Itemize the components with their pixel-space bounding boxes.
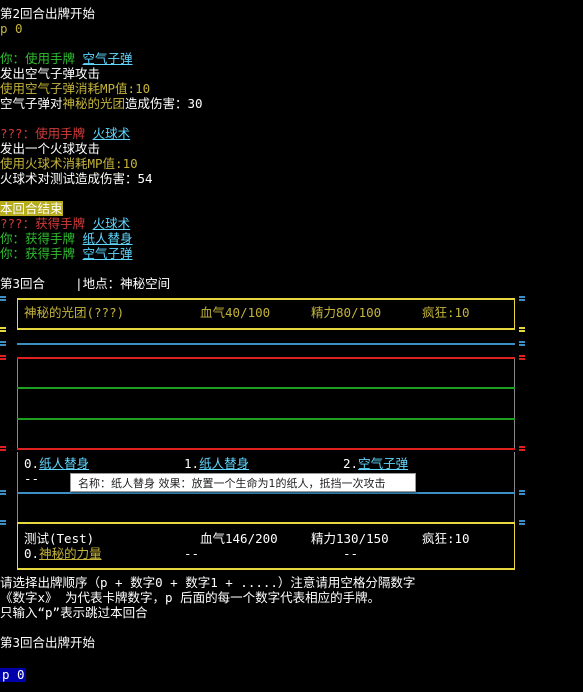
enemy-front-line (17, 357, 515, 359)
fireball-mp-line: 使用火球术消耗MP值:10 (0, 156, 138, 171)
left-marker-5 (0, 446, 6, 451)
card-link-fireball[interactable]: 火球术 (93, 126, 131, 141)
card-tooltip: 名称：纸人替身 效果：放置一个生命为1的纸人，抵挡一次攻击 (70, 473, 416, 492)
player-slot-1: -- (184, 546, 200, 561)
player-box-left (17, 523, 18, 569)
enemy-box-bottom (17, 328, 515, 330)
field-right (514, 359, 515, 449)
enemy-gain-line: ???：获得手牌 火球术 (0, 216, 130, 232)
field-left (17, 359, 18, 449)
hand-slot-1[interactable]: 1.纸人替身 (184, 456, 249, 472)
instruction-line-2: 《数字x》 为代表卡牌数字，p 后面的每一个数字代表相应的手牌。 (0, 590, 381, 605)
you-gain-prefix-1: 你：获得手牌 (0, 231, 83, 246)
you-gain-prefix-2: 你：获得手牌 (0, 246, 83, 261)
left-marker-1 (0, 296, 6, 301)
location-label: |地点：神秘空间 (75, 276, 171, 291)
enemy-madness: 疯狂:10 (422, 305, 470, 320)
field-line-2 (17, 418, 515, 420)
enemy-zone-line (17, 343, 515, 345)
enemy-box-left (17, 299, 18, 329)
right-marker-1 (519, 296, 525, 301)
player-box-top (17, 522, 515, 524)
right-marker-5 (519, 446, 525, 451)
left-marker-2 (0, 327, 6, 332)
hand-card-paper-double-1[interactable]: 纸人替身 (199, 456, 249, 471)
round2-start-line: 第2回合出牌开始 (0, 6, 96, 21)
enemy-hp: 血气40/100 (200, 305, 271, 320)
you-gain-line-1: 你：获得手牌 纸人替身 (0, 231, 133, 247)
round3-start-line: 第3回合出牌开始 (0, 635, 96, 650)
left-marker-6 (0, 490, 6, 495)
card-link-air-bullet[interactable]: 空气子弹 (83, 51, 133, 66)
air-damage-line: 空气子弹对神秘的光团造成伤害：30 (0, 96, 203, 112)
fire-air-line: 发出空气子弹攻击 (0, 66, 101, 81)
you-use-prefix: 你：使用手牌 (0, 51, 83, 66)
enemy-sp: 精力80/100 (311, 305, 382, 320)
card-link-air-bullet-gain[interactable]: 空气子弹 (83, 246, 133, 261)
enemy-use-prefix: ???：使用手牌 (0, 126, 93, 141)
player-madness: 疯狂:10 (422, 531, 470, 546)
player-box-right (514, 523, 515, 569)
left-marker-4 (0, 355, 6, 360)
player-card-mysterious-power[interactable]: 神秘的力量 (39, 546, 102, 561)
round3-header: 第3回合 |地点：神秘空间 (0, 276, 170, 292)
hand-left (17, 452, 18, 522)
enemy-gain-prefix: ???：获得手牌 (0, 216, 93, 231)
round3-label: 第3回合 (0, 276, 46, 291)
field-line-1 (17, 387, 515, 389)
command-input[interactable]: p 0 (0, 668, 26, 682)
player-hp: 血气146/200 (200, 531, 278, 546)
hand-slot-2-num: 2. (343, 456, 359, 471)
card-link-fireball-gain[interactable]: 火球术 (93, 216, 131, 231)
hand-slot-2[interactable]: 2.空气子弹 (343, 456, 408, 472)
enemy-box-top (17, 298, 515, 300)
hand-slot-0-num: 0. (24, 456, 40, 471)
card-link-paper-double[interactable]: 纸人替身 (83, 231, 133, 246)
left-marker-3 (0, 341, 6, 346)
fire-fireball-line: 发出一个火球攻击 (0, 141, 101, 156)
you-use-card-line: 你：使用手牌 空气子弹 (0, 51, 133, 67)
player-slot-2: -- (343, 546, 359, 561)
p0-echo-line: p 0 (0, 21, 23, 36)
air-dmg-suffix: 造成伤害：30 (125, 96, 203, 111)
hand-card-air-bullet[interactable]: 空气子弹 (358, 456, 408, 471)
instruction-line-3: 只输入“p”表示跳过本回合 (0, 605, 148, 620)
right-marker-7 (519, 520, 525, 525)
round-end-line: 本回合结束 (0, 201, 63, 217)
left-marker-7 (0, 520, 6, 525)
enemy-use-card-line: ???：使用手牌 火球术 (0, 126, 130, 142)
hand-card-paper-double-0[interactable]: 纸人替身 (39, 456, 89, 471)
player-slot-0-num: 0. (24, 546, 40, 561)
air-mp-line: 使用空气子弹消耗MP值:10 (0, 81, 151, 96)
air-dmg-prefix: 空气子弹对 (0, 96, 63, 111)
round-end-badge: 本回合结束 (0, 201, 63, 216)
instruction-line-1: 请选择出牌顺序（p + 数字0 + 数字1 + .....）注意请用空格分隔数字 (0, 575, 416, 590)
player-sp: 精力130/150 (311, 531, 389, 546)
air-dmg-target: 神秘的光团 (62, 96, 126, 111)
player-slot-0[interactable]: 0.神秘的力量 (24, 546, 102, 562)
hand-right (514, 452, 515, 522)
player-box-bottom (17, 568, 515, 570)
enemy-name: 神秘的光团(???) (24, 305, 125, 320)
enemy-box-right (514, 299, 515, 329)
hand-slot-0[interactable]: 0.纸人替身 (24, 456, 89, 472)
hand-empty-slot: -- (24, 471, 40, 486)
you-gain-line-2: 你：获得手牌 空气子弹 (0, 246, 133, 262)
player-name: 测试(Test) (24, 531, 95, 546)
right-marker-3 (519, 341, 525, 346)
right-marker-4 (519, 355, 525, 360)
player-front-line (17, 448, 515, 450)
fireball-damage-line: 火球术对测试造成伤害：54 (0, 171, 153, 186)
right-marker-6 (519, 490, 525, 495)
right-marker-2 (519, 327, 525, 332)
hand-slot-1-num: 1. (184, 456, 200, 471)
